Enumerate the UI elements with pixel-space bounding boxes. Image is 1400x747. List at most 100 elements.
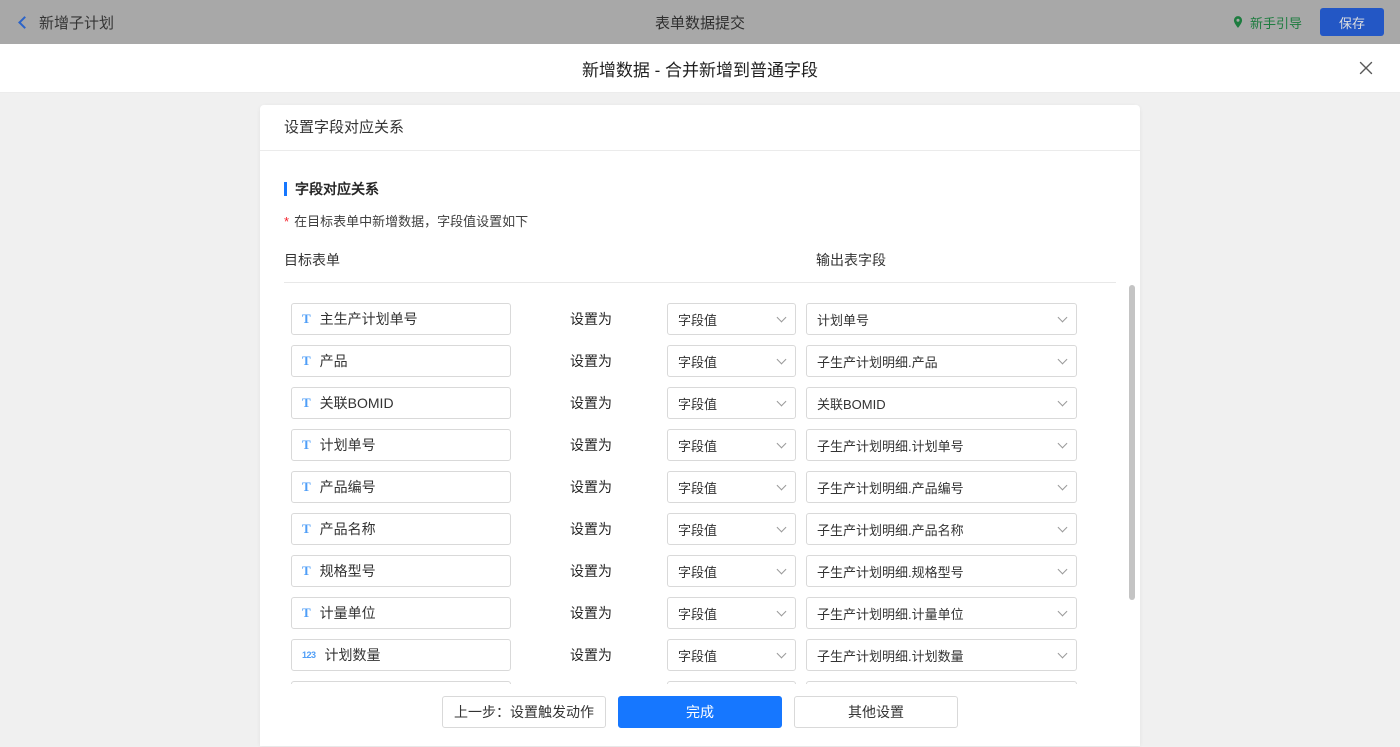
field-name: 产品名称 xyxy=(320,519,376,539)
mode-select-value: 字段值 xyxy=(678,562,717,581)
column-headers: 目标表单 输出表字段 xyxy=(284,250,1116,283)
value-mode-select[interactable]: 字段值 xyxy=(667,303,796,335)
chevron-down-icon xyxy=(777,564,787,574)
output-select-value: 子生产计划明细.产品名称 xyxy=(817,520,964,539)
section-title: 字段对应关系 xyxy=(284,179,1116,199)
mapping-row: T 产品编号 设置为 字段值 子生产计划明细.产品编号 xyxy=(284,471,1116,503)
section-title-text: 字段对应关系 xyxy=(295,179,379,199)
section-description: *在目标表单中新增数据，字段值设置如下 xyxy=(284,211,1116,230)
chevron-down-icon xyxy=(1058,606,1068,616)
beginner-guide-link[interactable]: 新手引导 xyxy=(1231,13,1302,32)
chevron-down-icon xyxy=(777,438,787,448)
mode-select-value: 字段值 xyxy=(678,352,717,371)
output-field-select[interactable]: 子生产计划明细.产品名称 xyxy=(806,513,1077,545)
output-select-value: 关联BOMID xyxy=(817,394,886,413)
field-name: 计划单号 xyxy=(320,435,376,455)
output-field-select[interactable]: 计划单号 xyxy=(806,303,1077,335)
panel-body: 字段对应关系 *在目标表单中新增数据，字段值设置如下 目标表单 输出表字段 T … xyxy=(260,151,1140,698)
modal-content: 设置字段对应关系 字段对应关系 *在目标表单中新增数据，字段值设置如下 目标表单… xyxy=(0,105,1400,747)
output-field-select[interactable]: 子生产计划明细.产品 xyxy=(806,345,1077,377)
field-name: 主生产计划单号 xyxy=(320,309,418,329)
output-select-value: 子生产计划明细.计量单位 xyxy=(817,604,964,623)
back-button[interactable]: 新增子计划 xyxy=(16,12,114,33)
chevron-down-icon xyxy=(777,480,787,490)
value-mode-select[interactable]: 字段值 xyxy=(667,597,796,629)
chevron-left-icon xyxy=(18,16,31,29)
field-type-icon: T xyxy=(302,479,311,495)
previous-step-button[interactable]: 上一步：设置触发动作 xyxy=(442,696,606,728)
field-type-icon: 123 xyxy=(302,650,316,660)
set-as-label: 设置为 xyxy=(570,309,612,329)
mode-select-value: 字段值 xyxy=(678,478,717,497)
set-as-label: 设置为 xyxy=(570,561,612,581)
output-select-value: 子生产计划明细.计划数量 xyxy=(817,646,964,665)
output-field-select[interactable]: 子生产计划明细.规格型号 xyxy=(806,555,1077,587)
value-mode-select[interactable]: 字段值 xyxy=(667,429,796,461)
mode-select-value: 字段值 xyxy=(678,604,717,623)
chevron-down-icon xyxy=(777,522,787,532)
field-name: 计量单位 xyxy=(320,603,376,623)
chevron-down-icon xyxy=(1058,396,1068,406)
target-field-box: T 产品名称 xyxy=(291,513,511,545)
set-as-label: 设置为 xyxy=(570,393,612,413)
set-as-label: 设置为 xyxy=(570,477,612,497)
section-accent-bar xyxy=(284,182,287,196)
chevron-down-icon xyxy=(777,606,787,616)
output-field-select[interactable]: 子生产计划明细.计划单号 xyxy=(806,429,1077,461)
output-select-value: 子生产计划明细.计划单号 xyxy=(817,436,964,455)
output-select-value: 子生产计划明细.产品 xyxy=(817,352,938,371)
value-mode-select[interactable]: 字段值 xyxy=(667,471,796,503)
chevron-down-icon xyxy=(1058,522,1068,532)
mode-select-value: 字段值 xyxy=(678,520,717,539)
chevron-down-icon xyxy=(1058,438,1068,448)
value-mode-select[interactable]: 字段值 xyxy=(667,387,796,419)
target-field-box: T 产品 xyxy=(291,345,511,377)
scrollbar-thumb[interactable] xyxy=(1129,285,1135,600)
close-icon[interactable] xyxy=(1358,60,1374,76)
value-mode-select[interactable]: 字段值 xyxy=(667,555,796,587)
output-field-select[interactable]: 子生产计划明细.计划数量 xyxy=(806,639,1077,671)
field-name: 计划数量 xyxy=(325,645,381,665)
other-settings-button[interactable]: 其他设置 xyxy=(794,696,958,728)
field-mapping-panel: 设置字段对应关系 字段对应关系 *在目标表单中新增数据，字段值设置如下 目标表单… xyxy=(260,105,1140,746)
value-mode-select[interactable]: 字段值 xyxy=(667,639,796,671)
target-field-box: T 计划单号 xyxy=(291,429,511,461)
panel-header: 设置字段对应关系 xyxy=(260,105,1140,151)
field-type-icon: T xyxy=(302,563,311,579)
mapping-row: T 主生产计划单号 设置为 字段值 计划单号 xyxy=(284,303,1116,335)
chevron-down-icon xyxy=(1058,312,1068,322)
mapping-rows: T 主生产计划单号 设置为 字段值 计划单号 T 产品 设置为 字段值 子生产计… xyxy=(284,303,1116,698)
set-as-label: 设置为 xyxy=(570,519,612,539)
guide-label[interactable]: 新手引导 xyxy=(1250,13,1302,32)
mapping-row: T 规格型号 设置为 字段值 子生产计划明细.规格型号 xyxy=(284,555,1116,587)
field-type-icon: T xyxy=(302,521,311,537)
set-as-label: 设置为 xyxy=(570,645,612,665)
save-button[interactable]: 保存 xyxy=(1320,8,1384,36)
set-as-label: 设置为 xyxy=(570,435,612,455)
page-title: 表单数据提交 xyxy=(655,12,745,33)
chevron-down-icon xyxy=(1058,564,1068,574)
target-field-box: 123 计划数量 xyxy=(291,639,511,671)
mode-select-value: 字段值 xyxy=(678,646,717,665)
output-field-select[interactable]: 关联BOMID xyxy=(806,387,1077,419)
mode-select-value: 字段值 xyxy=(678,394,717,413)
chevron-down-icon xyxy=(777,648,787,658)
value-mode-select[interactable]: 字段值 xyxy=(667,513,796,545)
set-as-label: 设置为 xyxy=(570,603,612,623)
value-mode-select[interactable]: 字段值 xyxy=(667,345,796,377)
field-type-icon: T xyxy=(302,353,311,369)
back-label[interactable]: 新增子计划 xyxy=(39,12,114,33)
output-field-select[interactable]: 子生产计划明细.产品编号 xyxy=(806,471,1077,503)
chevron-down-icon xyxy=(1058,648,1068,658)
target-field-box: T 规格型号 xyxy=(291,555,511,587)
field-name: 产品编号 xyxy=(320,477,376,497)
chevron-down-icon xyxy=(1058,480,1068,490)
mapping-row: T 关联BOMID 设置为 字段值 关联BOMID xyxy=(284,387,1116,419)
field-name: 产品 xyxy=(320,351,348,371)
done-button[interactable]: 完成 xyxy=(618,696,782,728)
target-field-box: T 关联BOMID xyxy=(291,387,511,419)
output-select-value: 子生产计划明细.产品编号 xyxy=(817,478,964,497)
output-field-select[interactable]: 子生产计划明细.计量单位 xyxy=(806,597,1077,629)
panel-footer: 上一步：设置触发动作 完成 其他设置 xyxy=(260,684,1140,746)
mapping-row: T 计划单号 设置为 字段值 子生产计划明细.计划单号 xyxy=(284,429,1116,461)
